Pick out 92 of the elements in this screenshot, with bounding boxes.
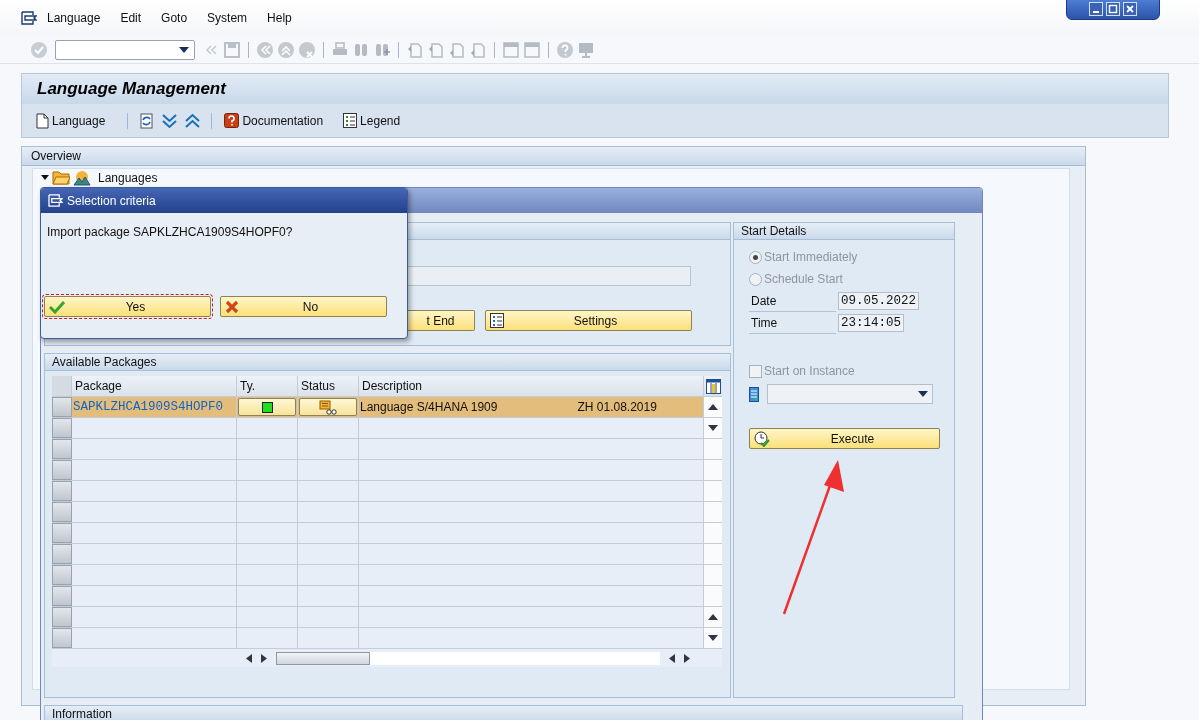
table-corner[interactable]: [52, 376, 72, 396]
field-label: Time: [749, 312, 836, 334]
scroll-up-icon[interactable]: [708, 404, 718, 410]
no-button[interactable]: No: [220, 296, 387, 317]
maximize-button[interactable]: [1106, 2, 1120, 16]
clock-check-icon: [754, 430, 770, 447]
column-header[interactable]: Status: [298, 376, 359, 396]
column-header[interactable]: Description: [359, 376, 704, 396]
scroll-left-icon[interactable]: [246, 653, 252, 663]
menu-item[interactable]: Language: [47, 11, 101, 25]
row-selector[interactable]: [52, 460, 72, 480]
scroll-down-icon[interactable]: [708, 425, 718, 431]
expand-all-icon[interactable]: [161, 112, 179, 129]
row-selector[interactable]: [52, 607, 72, 627]
refresh-icon[interactable]: [138, 112, 156, 129]
dialog-message: Import package SAPKLZHCA1909S4HOPF0?: [46, 224, 294, 241]
column-header[interactable]: Package: [72, 376, 237, 396]
section-title: Available Packages: [52, 355, 157, 369]
page-arrow-icon[interactable]: [448, 40, 466, 59]
help-icon[interactable]: [556, 40, 574, 59]
page-arrow-icon[interactable]: [427, 40, 445, 59]
window-menu-icon[interactable]: [48, 194, 63, 207]
scroll-up-icon[interactable]: [708, 614, 718, 620]
window-icon[interactable]: [502, 40, 520, 59]
table-cell: Language S/4HANA 1909: [360, 400, 498, 414]
section-title: Overview: [31, 149, 81, 163]
action-button[interactable]: t End: [407, 310, 475, 331]
yes-button[interactable]: Yes: [44, 296, 211, 317]
table-cell: SAPKLZHCA1909S4HOPF0: [72, 397, 237, 417]
menu-item[interactable]: System: [207, 11, 248, 25]
menu-item[interactable]: Goto: [161, 11, 188, 25]
status-button[interactable]: [299, 398, 357, 416]
round-button-icon[interactable]: [277, 40, 295, 59]
scroll-right-icon[interactable]: [684, 653, 690, 663]
row-selector[interactable]: [52, 502, 72, 522]
row-selector[interactable]: [52, 565, 72, 585]
tree-node[interactable]: Languages: [98, 170, 158, 185]
help-icon: [224, 113, 240, 128]
row-selector[interactable]: [52, 544, 72, 564]
row-selector[interactable]: [52, 439, 72, 459]
menu-item[interactable]: Edit: [120, 11, 142, 25]
row-selector[interactable]: [52, 628, 72, 648]
menu-item[interactable]: Help: [267, 11, 292, 25]
row-selector[interactable]: [52, 397, 72, 417]
collapse-all-icon[interactable]: [184, 112, 202, 129]
page-arrow-icon[interactable]: [469, 40, 487, 59]
documentation-button[interactable]: Documentation: [222, 113, 326, 128]
legend-button[interactable]: Legend: [341, 113, 403, 128]
row-selector[interactable]: [52, 418, 72, 438]
screen-title: Language Management: [37, 79, 226, 99]
page-arrow-icon[interactable]: [406, 40, 424, 59]
table-cell: ZH 01.08.2019: [577, 400, 657, 414]
row-selector[interactable]: [52, 586, 72, 606]
close-button[interactable]: [1123, 2, 1137, 16]
round-button-icon[interactable]: [298, 40, 316, 59]
row-selector[interactable]: [52, 523, 72, 543]
caret-icon[interactable]: [179, 46, 189, 53]
menu-icon[interactable]: [21, 11, 37, 25]
document-glasses-icon: [319, 399, 337, 415]
save-icon[interactable]: [223, 40, 241, 59]
folder-icon: [52, 170, 70, 185]
round-button-icon[interactable]: [256, 40, 274, 59]
section-title: Start Details: [741, 224, 807, 238]
checkmark-icon: [49, 299, 65, 314]
cross-icon: [225, 299, 239, 314]
dialog-title: Selection criteria: [67, 193, 156, 208]
command-field[interactable]: [55, 39, 195, 60]
column-layout-icon[interactable]: [705, 378, 721, 394]
list-icon: [490, 313, 504, 328]
row-selector[interactable]: [52, 481, 72, 501]
minimize-button[interactable]: [1089, 2, 1103, 16]
language-button[interactable]: Language: [34, 112, 108, 129]
square-icon: [261, 401, 273, 413]
server-icon: [749, 386, 759, 402]
section-title: Information: [52, 707, 113, 720]
type-button[interactable]: [238, 398, 296, 416]
scroll-left-icon[interactable]: [669, 653, 675, 663]
scroll-right-icon[interactable]: [261, 653, 267, 663]
settings-button[interactable]: Settings: [485, 310, 692, 331]
document-icon: [36, 112, 49, 129]
column-header[interactable]: Ty.: [237, 376, 298, 396]
scroll-down-icon[interactable]: [708, 635, 718, 641]
window-icon[interactable]: [523, 40, 541, 59]
field-label: Date: [749, 290, 836, 312]
list-icon: [343, 113, 358, 128]
monitor-icon[interactable]: [577, 40, 595, 59]
mountain-icon: [73, 169, 91, 186]
checkmark-icon[interactable]: [30, 40, 48, 59]
table-row[interactable]: SAPKLZHCA1909S4HOPF0 Language S/4HANA 1909 ZH 01.08.2019: [52, 397, 722, 418]
scrollbar-thumb[interactable]: [276, 651, 370, 665]
caret-icon[interactable]: [918, 391, 928, 397]
expand-toggle-icon[interactable]: [41, 173, 49, 182]
